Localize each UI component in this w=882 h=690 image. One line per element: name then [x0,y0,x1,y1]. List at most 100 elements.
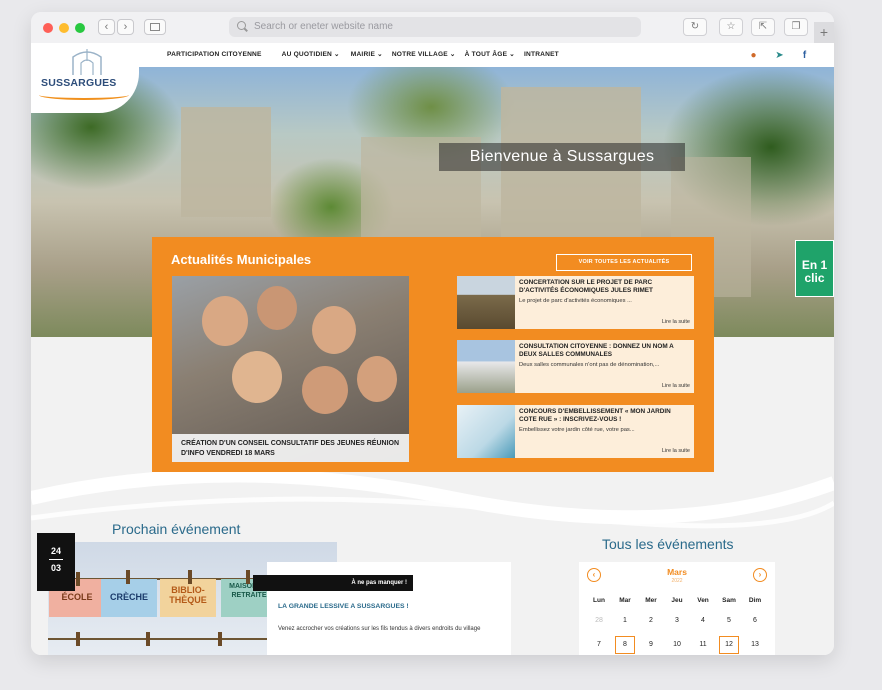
all-news-button[interactable]: VOIR TOUTES LES ACTUALITÉS [556,254,692,271]
read-more-link[interactable]: Lire la suite [662,319,690,325]
search-icon [237,21,246,30]
site-header: PARTICIPATION CITOYENNE AU QUOTIDIEN ⌄ M… [31,43,834,67]
calendar-day[interactable]: 7 [589,636,609,654]
news-item[interactable]: CONCERTATION SUR LE PROJET DE PARC D'ACT… [457,276,694,329]
share-icon: ⇱ [758,21,768,32]
reload-button[interactable]: ↻ [683,18,707,36]
news-title: Actualités Municipales [171,252,312,267]
tabs-button[interactable]: ❐ [784,18,808,36]
event-card: CRÈCHE [101,579,157,617]
next-event-heading: Prochain événement [112,521,241,537]
main-menu: PARTICIPATION CITOYENNE AU QUOTIDIEN ⌄ M… [167,43,559,67]
menu-item-village[interactable]: NOTRE VILLAGE ⌄ [392,43,456,67]
calendar-weekday: Mer [645,597,657,604]
browser-window: ‹ › Search or eneter website name ↻ ☆ ⇱ … [31,12,834,655]
calendar-day[interactable]: 28 [589,612,609,630]
news-item-excerpt: Deux salles communales n'ont pas de déno… [519,362,660,368]
calendar-day[interactable]: 1 [615,612,635,630]
address-placeholder: Search or eneter website name [254,21,393,32]
menu-item-quotidien[interactable]: AU QUOTIDIEN ⌄ [282,43,340,67]
read-more-link[interactable]: Lire la suite [662,448,690,454]
logo-text: SUSSARGUES [41,77,117,89]
news-item-excerpt: Le projet de parc d'activités économique… [519,298,632,304]
calendar-day[interactable]: 3 [667,612,687,630]
clothespin [146,632,150,646]
news-item-title: CONCERTATION SUR LE PROJET DE PARC D'ACT… [519,279,653,294]
calendar-weekday: Dim [748,597,762,604]
address-bar[interactable]: Search or eneter website name [229,17,641,37]
photo-face [302,366,348,414]
forward-button[interactable]: › [117,19,134,35]
zoom-window-button[interactable] [75,23,85,33]
site-logo[interactable]: SUSSARGUES [31,43,139,113]
photo-face [357,356,397,402]
news-thumbnail [457,340,515,393]
quick-access-button[interactable]: En 1 clic [795,240,834,297]
event-description: Venez accrocher vos créations sur les fi… [278,626,481,632]
news-thumbnail [457,276,515,329]
clothespin [188,570,192,584]
event-card: BIBLIO-THÈQUE [160,579,216,617]
town-hall-icon [72,49,102,75]
photo-face [232,351,282,403]
event-day: 24 [50,546,61,556]
event-title[interactable]: LA GRANDE LESSIVE A SUSSARGUES ! [278,603,409,610]
star-icon: ☆ [726,21,736,32]
minimize-window-button[interactable] [59,23,69,33]
logo-swoosh [39,90,129,100]
news-item-title: CONCOURS D'EMBELLISSEMENT « MON JARDIN C… [519,408,671,423]
calendar-weekday: Ven [697,597,709,604]
bookmark-button[interactable]: ☆ [719,18,743,36]
calendar-year: 2022 [671,578,683,584]
clothespin [246,570,250,584]
news-item[interactable]: CONCOURS D'EMBELLISSEMENT « MON JARDIN C… [457,405,694,458]
quick-access-label: En 1 clic [801,258,828,285]
event-month: 03 [50,563,61,573]
calendar-weekday: Mar [619,597,631,604]
news-panel: Actualités Municipales VOIR TOUTES LES A… [152,237,714,472]
calendar-day[interactable]: 6 [745,612,765,630]
calendar-month: Mars [667,567,687,577]
calendar-day[interactable]: 5 [719,612,739,630]
web-page: PARTICIPATION CITOYENNE AU QUOTIDIEN ⌄ M… [31,43,834,655]
calendar-day[interactable]: 10 [667,636,687,654]
paper-plane-icon[interactable]: ➤ [774,50,785,61]
read-more-link[interactable]: Lire la suite [662,383,690,389]
news-item[interactable]: CONSULTATION CITOYENNE : DONNEZ UN NOM A… [457,340,694,393]
featured-news-card[interactable]: CRÉATION D'UN CONSEIL CONSULTATIF DES JE… [172,276,409,462]
event-date-badge: 24 03 [37,533,75,591]
user-icon[interactable]: ● [748,50,759,61]
facebook-icon[interactable]: f [799,50,810,61]
menu-item-participation[interactable]: PARTICIPATION CITOYENNE [167,43,262,67]
calendar-weekday: Sam [722,597,736,604]
photo-face [257,286,297,330]
photo-face [312,306,356,354]
news-item-title: CONSULTATION CITOYENNE : DONNEZ UN NOM A… [519,343,674,358]
calendar-day[interactable]: 2 [641,612,661,630]
clothespin [76,632,80,646]
hero-rock [181,107,271,217]
featured-news-caption: CRÉATION D'UN CONSEIL CONSULTATIF DES JE… [172,434,409,462]
events-calendar: ‹ › Mars 2022 Lun Mar Mer Jeu Ven Sam Dim 28 1 2 3… [579,562,775,655]
calendar-day[interactable]: 4 [693,612,713,630]
photo-face [202,296,248,346]
new-tab-button[interactable]: + [814,22,834,43]
calendar-day[interactable]: 13 [745,636,765,654]
sidebar-toggle-button[interactable] [144,19,166,35]
calendar-day[interactable]: 9 [641,636,661,654]
menu-item-mairie[interactable]: MAIRIE ⌄ [351,43,383,67]
calendar-day[interactable]: 12 [719,636,739,654]
news-item-excerpt: Embellissez votre jardin côté rue, votre… [519,427,635,433]
news-thumbnail [457,405,515,458]
close-window-button[interactable] [43,23,53,33]
back-button[interactable]: ‹ [98,19,115,35]
calendar-day[interactable]: 11 [693,636,713,654]
chevron-right-icon: › [123,21,128,33]
menu-item-age[interactable]: À TOUT ÂGE ⌄ [465,43,515,67]
calendar-day[interactable]: 8 [615,636,635,654]
calendar-weekday: Lun [593,597,605,604]
share-button[interactable]: ⇱ [751,18,775,36]
menu-item-intranet[interactable]: INTRANET [524,43,559,67]
event-ribbon: À ne pas manquer ! [253,575,413,591]
sidebar-icon [150,23,160,31]
